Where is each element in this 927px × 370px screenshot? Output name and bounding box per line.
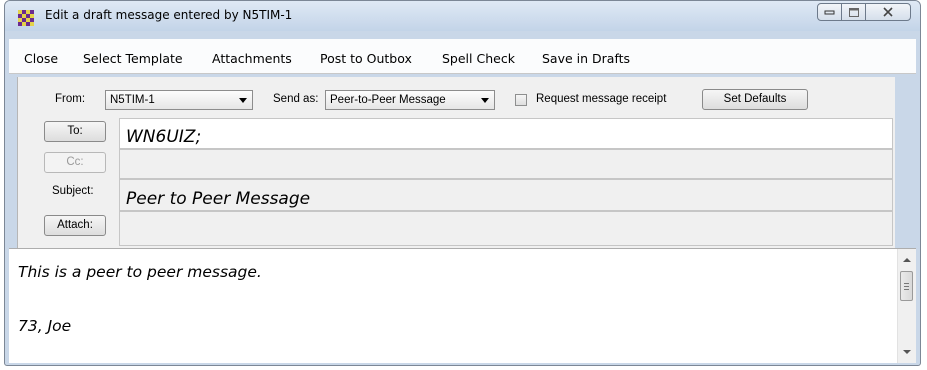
menu-close[interactable]: Close (24, 51, 58, 66)
checkered-message-icon (18, 10, 34, 26)
cc-field[interactable] (119, 149, 893, 179)
body-line-1: This is a peer to peer message. (18, 263, 262, 281)
menu-post-to-outbox[interactable]: Post to Outbox (320, 51, 412, 66)
grip-line-icon (904, 289, 909, 290)
from-label: From: (55, 93, 86, 105)
scroll-down-arrow-icon[interactable] (903, 350, 911, 354)
send-as-select-value: Peer-to-Peer Message (330, 94, 446, 106)
request-receipt-label: Request message receipt (536, 93, 667, 105)
subject-label: Subject: (52, 185, 94, 197)
attach-field[interactable] (119, 211, 893, 246)
chevron-down-icon (481, 98, 489, 103)
grip-line-icon (904, 286, 909, 287)
maximize-icon (848, 7, 859, 17)
close-window-button[interactable] (865, 3, 911, 21)
menu-bar: Close Select Template Attachments Post t… (9, 39, 916, 74)
send-as-label: Send as: (273, 93, 319, 105)
title-bar[interactable]: Edit a draft message entered by N5TIM-1 (5, 1, 920, 31)
body-line-2: 73, Joe (18, 317, 72, 335)
maximize-button[interactable] (841, 3, 866, 21)
menu-spell-check[interactable]: Spell Check (442, 51, 515, 66)
close-icon (883, 7, 893, 17)
chevron-down-icon (239, 98, 247, 103)
scroll-up-arrow-icon[interactable] (903, 258, 911, 262)
menu-save-in-drafts[interactable]: Save in Drafts (542, 51, 630, 66)
minimize-button[interactable] (817, 3, 842, 21)
request-receipt-checkbox[interactable] (515, 94, 527, 106)
attach-button[interactable]: Attach: (44, 215, 106, 236)
subject-field[interactable]: Peer to Peer Message (119, 179, 893, 211)
menu-select-template[interactable]: Select Template (83, 51, 183, 66)
to-field[interactable]: WN6UIZ; (119, 118, 893, 149)
to-button[interactable]: To: (44, 121, 106, 142)
send-as-select[interactable]: Peer-to-Peer Message (325, 90, 495, 110)
grip-line-icon (904, 283, 909, 284)
window-controls (817, 3, 911, 22)
scrollbar-thumb[interactable] (900, 271, 913, 301)
minimize-icon (824, 10, 835, 15)
set-defaults-button[interactable]: Set Defaults (702, 89, 808, 110)
from-select-value: N5TIM-1 (110, 94, 155, 106)
message-editor-window: Edit a draft message entered by N5TIM-1 … (4, 0, 921, 366)
menu-attachments[interactable]: Attachments (212, 51, 292, 66)
message-body[interactable]: This is a peer to peer message. 73, Joe (9, 248, 916, 363)
from-select[interactable]: N5TIM-1 (105, 90, 253, 110)
window-title: Edit a draft message entered by N5TIM-1 (45, 8, 293, 22)
body-scrollbar[interactable] (897, 249, 916, 363)
cc-button[interactable]: Cc: (44, 152, 106, 173)
message-header-panel: From: N5TIM-1 Send as: Peer-to-Peer Mess… (17, 77, 895, 248)
